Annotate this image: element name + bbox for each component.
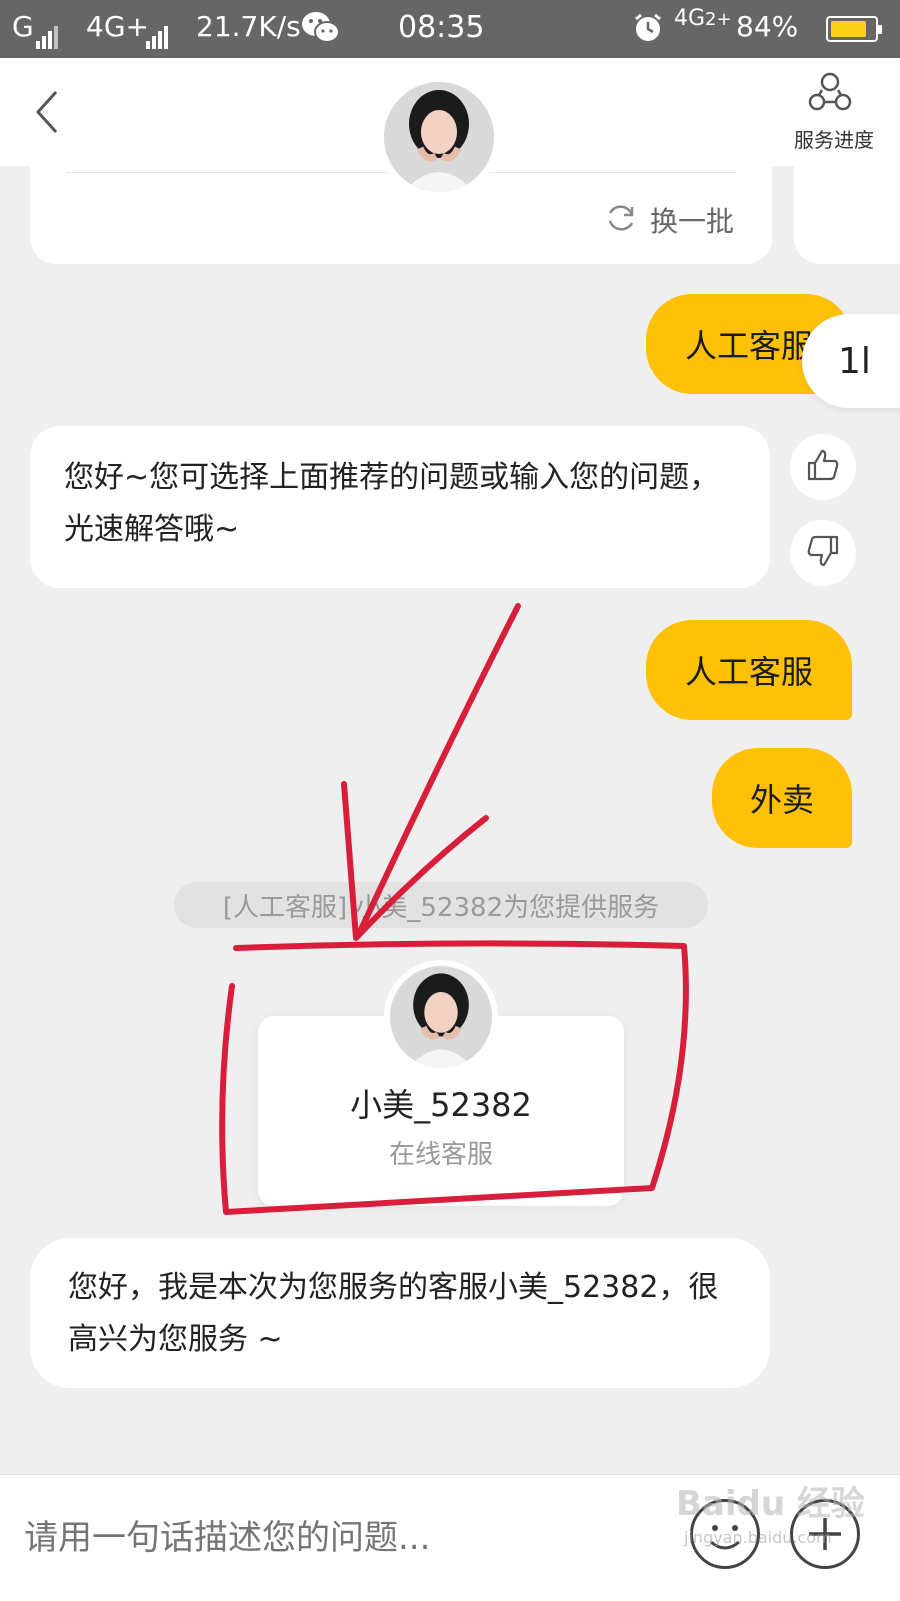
- message-input[interactable]: [22, 1505, 666, 1571]
- watermark-url: jingyan.baidu.com: [684, 1528, 832, 1547]
- annotation-arrow-shaft: [355, 603, 521, 939]
- watermark-brand: Baidu 经验: [676, 1484, 865, 1524]
- annotation-overlay: [219, 603, 689, 1215]
- annotation-box: [219, 940, 689, 1215]
